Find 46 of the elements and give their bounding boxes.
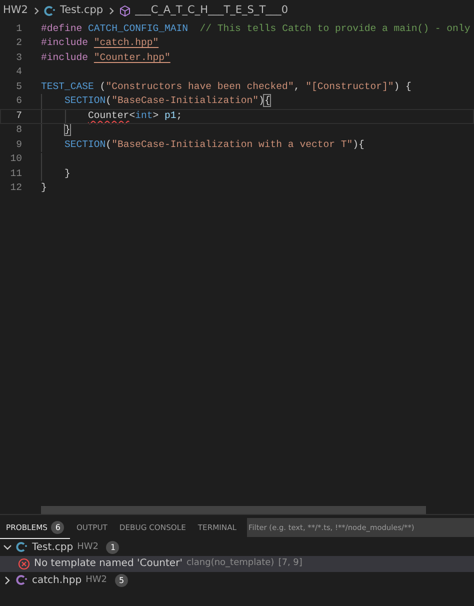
problem-message: No template named 'Counter' <box>34 557 182 572</box>
line-number: 2 <box>15 36 22 50</box>
error-icon <box>18 558 30 570</box>
line-number: 8 <box>15 123 22 138</box>
line-number: 9 <box>15 138 22 152</box>
horizontal-scrollbar[interactable] <box>41 506 426 514</box>
code-line: } <box>64 166 70 181</box>
line-number: 3 <box>15 50 22 65</box>
problem-source: clang(no_template) <box>186 557 274 570</box>
problem-position: [7, 9] <box>278 557 302 570</box>
cpp-file-icon <box>16 574 28 586</box>
code-line: #include "Counter.hpp" <box>41 50 170 65</box>
code-line: } <box>41 181 47 196</box>
code-line: } <box>64 123 70 138</box>
count-badge: 6 <box>51 521 64 534</box>
folder-name: HW2 <box>86 574 108 586</box>
file-name[interactable]: Test.cpp <box>60 3 104 19</box>
code-line: #include "catch.hpp" <box>41 36 159 50</box>
line-number: 6 <box>15 94 22 108</box>
count-badge: 5 <box>115 574 128 587</box>
file-name[interactable]: catch.hpp <box>32 572 82 588</box>
chevron-right-icon <box>32 6 40 16</box>
count-badge: 1 <box>106 540 120 554</box>
cpp-file-icon <box>16 541 28 554</box>
folder-name: HW2 <box>77 540 98 554</box>
code-line: #define CATCH_CONFIG_MAIN // This tells Catch to provide a main() - only <box>41 22 470 36</box>
line-number: 12 <box>9 181 22 196</box>
cube-icon <box>119 5 132 17</box>
line-number: 11 <box>9 166 22 181</box>
file-name[interactable]: Test.cpp <box>32 540 74 555</box>
line-number: 4 <box>15 65 22 80</box>
code-line: TEST_CASE ("Constructors have been checked", "[Constructor]") { <box>41 80 412 94</box>
line-number: 10 <box>9 152 22 166</box>
cpp-file-icon <box>44 5 56 17</box>
symbol-name[interactable]: ___C_A_T_C_H___T_E_S_T___0 <box>135 3 288 19</box>
problem-row[interactable]: No template named 'Counter' clang(no_template) [7, 9] <box>0 556 474 572</box>
code-line: SECTION("BaseCase-Initialization"){ <box>64 94 270 108</box>
chevron-right-icon <box>107 6 116 16</box>
code-line: Counter<int> p1; <box>88 108 182 123</box>
code-line: SECTION("BaseCase-Initialization with a vector T"){ <box>64 138 364 152</box>
line-number: 7 <box>15 108 22 123</box>
folder-name[interactable]: HW2 <box>3 3 28 19</box>
line-number: 5 <box>15 80 22 94</box>
chevron-right-icon[interactable] <box>2 575 12 586</box>
line-number: 1 <box>15 22 22 36</box>
chevron-down-icon[interactable] <box>2 542 12 552</box>
